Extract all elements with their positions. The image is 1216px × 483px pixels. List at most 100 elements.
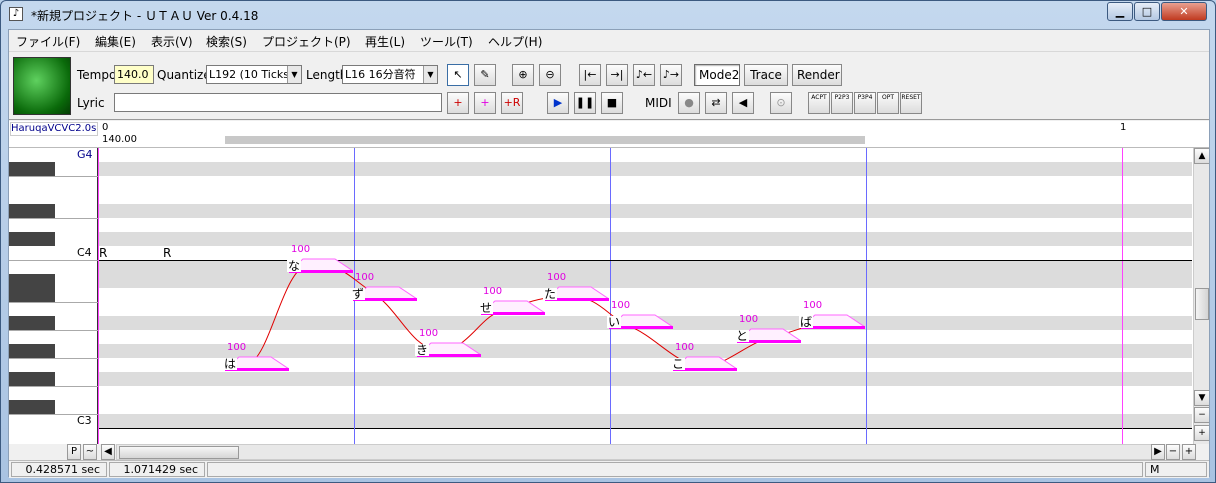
menu-file[interactable]: ファイル(F) xyxy=(16,33,80,50)
envelope-p3p4-button[interactable]: P3P4 xyxy=(854,92,876,114)
horizontal-scroll-thumb[interactable] xyxy=(119,446,239,459)
note-velocity: 100 xyxy=(739,314,759,325)
note-lyric: ず xyxy=(351,287,366,301)
p2p3-label: P2P3 xyxy=(834,94,850,101)
scroll-left-icon[interactable]: ◀ xyxy=(101,444,115,460)
scroll-down-icon[interactable]: ▼ xyxy=(1194,390,1209,406)
tempo-marker: 140.00 xyxy=(102,134,137,145)
metronome-button[interactable]: ⊙ xyxy=(770,92,792,114)
loop-button[interactable]: ⇄ xyxy=(705,92,727,114)
menu-tools[interactable]: ツール(T) xyxy=(420,33,473,50)
chevron-down-icon: ▼ xyxy=(423,66,437,83)
horizontal-scrollbar[interactable] xyxy=(116,444,1159,460)
next-note-button[interactable]: ♪→ xyxy=(660,64,682,86)
note[interactable]: 100 い xyxy=(607,300,673,329)
menu-project[interactable]: プロジェクト(P) xyxy=(262,33,351,50)
voicebank-avatar[interactable] xyxy=(13,57,71,115)
midi-label: MIDI xyxy=(645,96,672,110)
note[interactable]: 100 な xyxy=(287,244,353,273)
insert-r-button[interactable]: +R xyxy=(501,92,523,114)
envelope-acpt-button[interactable]: ACPT xyxy=(808,92,830,114)
length-value: L16 16分音符 xyxy=(345,68,416,81)
stop-button[interactable]: ■ xyxy=(601,92,623,114)
go-end-button[interactable]: →| xyxy=(606,64,628,86)
zoom-out-button[interactable]: ⊖ xyxy=(539,64,561,86)
note[interactable]: 100 き xyxy=(415,328,481,357)
reset-label: RESET xyxy=(901,94,921,101)
vertical-scroll-thumb[interactable] xyxy=(1195,288,1209,320)
client-area: ファイル(F) 編集(E) 表示(V) 検索(S) プロジェクト(P) 再生(L… xyxy=(8,29,1210,478)
selection-range-bar[interactable] xyxy=(225,136,865,144)
go-start-button[interactable]: |← xyxy=(579,64,601,86)
menu-play[interactable]: 再生(L) xyxy=(365,33,405,50)
render-button[interactable]: Render xyxy=(792,64,842,86)
opt-label: OPT xyxy=(881,94,894,101)
note-velocity: 100 xyxy=(355,272,375,283)
note[interactable]: 100 は xyxy=(223,342,289,371)
prev-note-button[interactable]: ♪← xyxy=(633,64,655,86)
note-lyric: ば xyxy=(799,315,814,329)
pause-button[interactable]: ❚❚ xyxy=(574,92,596,114)
menu-help[interactable]: ヘルプ(H) xyxy=(488,33,542,50)
vzoom-in-button[interactable]: + xyxy=(1194,425,1209,441)
close-button[interactable]: ✕ xyxy=(1161,2,1207,21)
toolbar: Tempo 140.0 Quantize L192 (10 Ticks) ▼ L… xyxy=(9,52,1209,120)
scroll-right-icon[interactable]: ▶ xyxy=(1151,444,1165,460)
note-velocity: 100 xyxy=(227,342,247,353)
note-velocity: 100 xyxy=(291,244,311,255)
vibrato-toggle-button[interactable]: ~ xyxy=(83,444,97,460)
pencil-tool-button[interactable]: ✎ xyxy=(474,64,496,86)
note[interactable]: 100 せ xyxy=(479,286,545,315)
quantize-select[interactable]: L192 (10 Ticks) ▼ xyxy=(206,65,302,84)
quantize-value: L192 (10 Ticks) xyxy=(209,68,294,81)
envelope-reset-button[interactable]: RESET xyxy=(900,92,922,114)
note-lyric: き xyxy=(415,343,430,357)
envelope-p2p3-button[interactable]: P2P3 xyxy=(831,92,853,114)
timeline-ruler[interactable]: HaruqaVCVC2.0s 0 140.00 1 xyxy=(9,121,1209,148)
title-bar[interactable]: ♪ *新規プロジェクト - ＵＴＡＵ Ver 0.4.18 ▁ □ ✕ xyxy=(1,1,1215,29)
window-frame: ♪ *新規プロジェクト - ＵＴＡＵ Ver 0.4.18 ▁ □ ✕ ファイル… xyxy=(0,0,1216,483)
note-lyric: と xyxy=(735,329,750,343)
status-time-1: 0.428571 sec xyxy=(11,462,107,477)
speaker-button[interactable]: ◀ xyxy=(732,92,754,114)
pitch-toggle-button[interactable]: P xyxy=(67,444,81,460)
mode2-toggle[interactable]: Mode2 xyxy=(694,64,740,86)
tempo-input[interactable]: 140.0 xyxy=(114,65,154,84)
lyric-label: Lyric xyxy=(77,96,105,110)
insert-rest-button[interactable]: + xyxy=(474,92,496,114)
scroll-up-icon[interactable]: ▲ xyxy=(1194,148,1209,164)
vzoom-out-button[interactable]: − xyxy=(1194,407,1209,423)
select-tool-button[interactable]: ↖ xyxy=(447,64,469,86)
menu-view[interactable]: 表示(V) xyxy=(151,33,193,50)
minimize-button[interactable]: ▁ xyxy=(1107,2,1133,21)
trace-button[interactable]: Trace xyxy=(744,64,788,86)
note[interactable]: 100 ば xyxy=(799,300,865,329)
play-button[interactable]: ▶ xyxy=(547,92,569,114)
zoom-in-button[interactable]: ⊕ xyxy=(512,64,534,86)
note-lyric: は xyxy=(223,357,238,371)
record-button[interactable]: ● xyxy=(678,92,700,114)
note-velocity: 100 xyxy=(419,328,439,339)
note-velocity: 100 xyxy=(675,342,695,353)
chevron-down-icon: ▼ xyxy=(287,66,301,83)
menu-edit[interactable]: 編集(E) xyxy=(95,33,136,50)
menu-search[interactable]: 検索(S) xyxy=(206,33,247,50)
piano-roll[interactable]: G4 C4 C3 R R 100 は 100 な 100 ず 100 き 100 せ 100 た 100… xyxy=(9,148,1209,444)
note[interactable]: 100 こ xyxy=(671,342,737,371)
lyric-input[interactable] xyxy=(114,93,442,112)
envelope-opt-button[interactable]: OPT xyxy=(877,92,899,114)
track-name[interactable]: HaruqaVCVC2.0s xyxy=(10,122,98,136)
note-lyric: こ xyxy=(671,357,686,371)
measure-0-label: 0 xyxy=(102,122,109,133)
vertical-scrollbar[interactable]: ▲ ▼ − + xyxy=(1193,148,1209,444)
hzoom-in-button[interactable]: + xyxy=(1182,444,1196,460)
note[interactable]: 100 と xyxy=(735,314,801,343)
insert-note-button[interactable]: + xyxy=(447,92,469,114)
note[interactable]: 100 た xyxy=(543,272,609,301)
maximize-button[interactable]: □ xyxy=(1134,2,1160,21)
note-lyric: た xyxy=(543,287,558,301)
music-note-icon[interactable]: ♪ xyxy=(9,7,23,21)
length-select[interactable]: L16 16分音符 ▼ xyxy=(342,65,438,84)
note[interactable]: 100 ず xyxy=(351,272,417,301)
hzoom-out-button[interactable]: − xyxy=(1166,444,1180,460)
